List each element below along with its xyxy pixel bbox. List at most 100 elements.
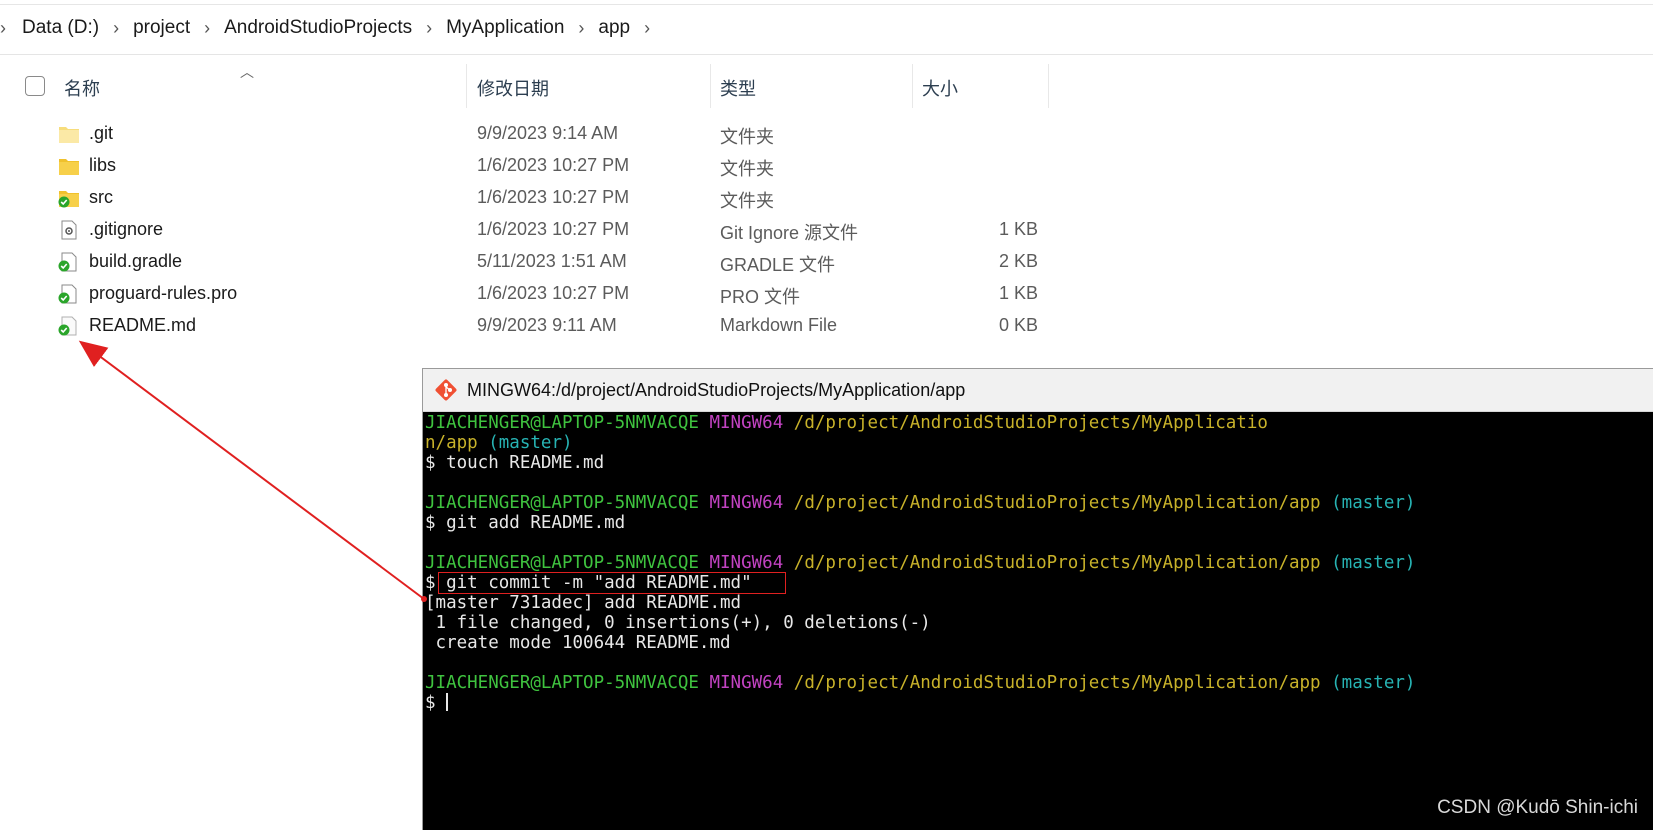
breadcrumb-item-data-drive[interactable]: Data (D:) xyxy=(14,17,105,39)
chevron-right-icon[interactable]: › xyxy=(418,18,440,39)
watermark: CSDN @Kudō Shin-ichi xyxy=(1437,797,1638,818)
breadcrumb-item-app[interactable]: app xyxy=(592,17,636,39)
prompt-path: n/app xyxy=(425,433,478,453)
prompt-path: /d/project/AndroidStudioProjects/MyAppli… xyxy=(793,553,1321,573)
file-size: 1 KB xyxy=(998,219,1038,239)
prompt-env: MINGW64 xyxy=(709,413,784,433)
sort-ascending-icon: ︿ xyxy=(240,64,254,80)
file-date: 1/6/2023 10:27 PM xyxy=(477,219,630,239)
file-git-ok-icon xyxy=(58,284,77,304)
prompt-symbol: $ xyxy=(425,573,436,593)
terminal-output[interactable]: JIACHENGER@LAPTOP-5NMVACQE MINGW64 /d/pr… xyxy=(425,413,1650,828)
list-item[interactable]: .git 9/9/2023 9:14 AM 文件夹 xyxy=(0,117,1100,149)
list-item[interactable]: build.gradle 5/11/2023 1:51 AM GRADLE 文件… xyxy=(0,245,1100,277)
select-all-checkbox[interactable] xyxy=(25,76,45,96)
prompt-line: JIACHENGER@LAPTOP-5NMVACQE MINGW64 /d/pr… xyxy=(425,413,1268,433)
file-type: 文件夹 xyxy=(720,191,774,211)
file-type: GRADLE 文件 xyxy=(720,255,836,275)
chevron-right-icon[interactable]: › xyxy=(105,18,127,39)
folder-icon xyxy=(59,159,79,175)
prompt-branch: (master) xyxy=(1331,553,1416,573)
text-cursor xyxy=(446,693,449,711)
prompt-path: /d/project/AndroidStudioProjects/MyAppli… xyxy=(793,673,1321,693)
chevron-right-icon[interactable]: › xyxy=(196,18,218,39)
terminal-title: MINGW64:/d/project/AndroidStudioProjects… xyxy=(467,380,966,400)
command-line: $ git add README.md xyxy=(425,513,626,533)
column-divider[interactable] xyxy=(710,64,711,108)
file-date: 1/6/2023 10:27 PM xyxy=(477,155,630,175)
folder-icon xyxy=(59,127,79,143)
file-type: PRO 文件 xyxy=(720,287,801,307)
prompt-env: MINGW64 xyxy=(709,493,784,513)
file-type: 文件夹 xyxy=(720,127,774,147)
output-line: create mode 100644 README.md xyxy=(425,633,731,653)
column-header-date[interactable]: 修改日期 xyxy=(477,75,549,101)
column-headers: ︿ 名称 修改日期 类型 大小 xyxy=(0,64,1100,108)
file-name: libs xyxy=(89,155,117,175)
list-item[interactable]: libs 1/6/2023 10:27 PM 文件夹 xyxy=(0,149,1100,181)
folder-git-ok-icon xyxy=(58,191,79,208)
highlight-box xyxy=(438,572,786,594)
file-type: Git Ignore 源文件 xyxy=(720,223,859,243)
prompt-branch: (master) xyxy=(1331,493,1416,513)
file-date: 9/9/2023 9:14 AM xyxy=(477,123,619,143)
prompt-line: JIACHENGER@LAPTOP-5NMVACQE MINGW64 /d/pr… xyxy=(425,493,1415,513)
column-divider[interactable] xyxy=(1048,64,1049,108)
prompt-line-wrap: n/app (master) xyxy=(425,433,573,453)
file-type: 文件夹 xyxy=(720,159,774,179)
input-line[interactable]: $ xyxy=(425,693,449,713)
terminal-window[interactable]: MINGW64:/d/project/AndroidStudioProjects… xyxy=(422,368,1653,830)
file-git-ok-icon xyxy=(58,252,77,272)
file-size: 1 KB xyxy=(998,283,1038,303)
prompt-path: /d/project/AndroidStudioProjects/MyAppli… xyxy=(793,413,1268,433)
address-bar[interactable]: › Data (D:) › project › AndroidStudioPro… xyxy=(0,0,1653,55)
file-type: Markdown File xyxy=(720,315,838,335)
breadcrumb-item-project[interactable]: project xyxy=(127,17,196,39)
prompt-user: JIACHENGER@LAPTOP-5NMVACQE xyxy=(425,553,699,573)
chevron-right-icon[interactable]: › xyxy=(0,18,14,39)
file-date: 1/6/2023 10:27 PM xyxy=(477,283,630,303)
prompt-symbol: $ xyxy=(425,693,447,713)
column-divider[interactable] xyxy=(466,64,467,108)
list-item[interactable]: proguard-rules.pro 1/6/2023 10:27 PM PRO… xyxy=(0,277,1100,309)
file-name: .gitignore xyxy=(89,219,164,239)
file-name: proguard-rules.pro xyxy=(89,283,238,303)
output-line: 1 file changed, 0 insertions(+), 0 delet… xyxy=(425,613,931,633)
column-header-size[interactable]: 大小 xyxy=(922,75,958,101)
list-item[interactable]: .gitignore 1/6/2023 10:27 PM Git Ignore … xyxy=(0,213,1100,245)
file-git-ok-icon xyxy=(58,316,77,336)
git-logo-icon xyxy=(435,379,457,401)
breadcrumb: › Data (D:) › project › AndroidStudioPro… xyxy=(0,14,658,42)
file-name: build.gradle xyxy=(89,251,183,271)
column-header-type[interactable]: 类型 xyxy=(720,75,756,101)
settings-file-icon xyxy=(61,220,77,240)
prompt-env: MINGW64 xyxy=(709,553,784,573)
list-item[interactable]: src 1/6/2023 10:27 PM 文件夹 xyxy=(0,181,1100,213)
command-line: $ git commit -m "add README.md" xyxy=(425,572,786,594)
prompt-path: /d/project/AndroidStudioProjects/MyAppli… xyxy=(793,493,1321,513)
prompt-branch: (master) xyxy=(488,433,573,453)
breadcrumb-item-myapplication[interactable]: MyApplication xyxy=(440,17,570,39)
file-size: 0 KB xyxy=(998,315,1038,335)
prompt-line: JIACHENGER@LAPTOP-5NMVACQE MINGW64 /d/pr… xyxy=(425,553,1415,573)
file-date: 5/11/2023 1:51 AM xyxy=(477,251,627,271)
prompt-user: JIACHENGER@LAPTOP-5NMVACQE xyxy=(425,673,699,693)
file-date: 9/9/2023 9:11 AM xyxy=(477,315,617,335)
column-header-name[interactable]: 名称 xyxy=(64,75,100,101)
terminal-titlebar[interactable]: MINGW64:/d/project/AndroidStudioProjects… xyxy=(423,369,1653,412)
output-line: [master 731adec] add README.md xyxy=(425,593,742,613)
file-date: 1/6/2023 10:27 PM xyxy=(477,187,630,207)
prompt-env: MINGW64 xyxy=(709,673,784,693)
file-name: README.md xyxy=(89,315,197,335)
column-divider[interactable] xyxy=(912,64,913,108)
chevron-right-icon[interactable]: › xyxy=(636,18,658,39)
prompt-user: JIACHENGER@LAPTOP-5NMVACQE xyxy=(425,413,699,433)
divider xyxy=(0,4,1653,5)
prompt-user: JIACHENGER@LAPTOP-5NMVACQE xyxy=(425,493,699,513)
list-item[interactable]: README.md 9/9/2023 9:11 AM Markdown File… xyxy=(0,309,1100,341)
chevron-right-icon[interactable]: › xyxy=(570,18,592,39)
breadcrumb-item-androidstudioprojects[interactable]: AndroidStudioProjects xyxy=(218,17,418,39)
file-size: 2 KB xyxy=(998,251,1038,271)
file-name: src xyxy=(89,187,113,207)
prompt-branch: (master) xyxy=(1331,673,1416,693)
